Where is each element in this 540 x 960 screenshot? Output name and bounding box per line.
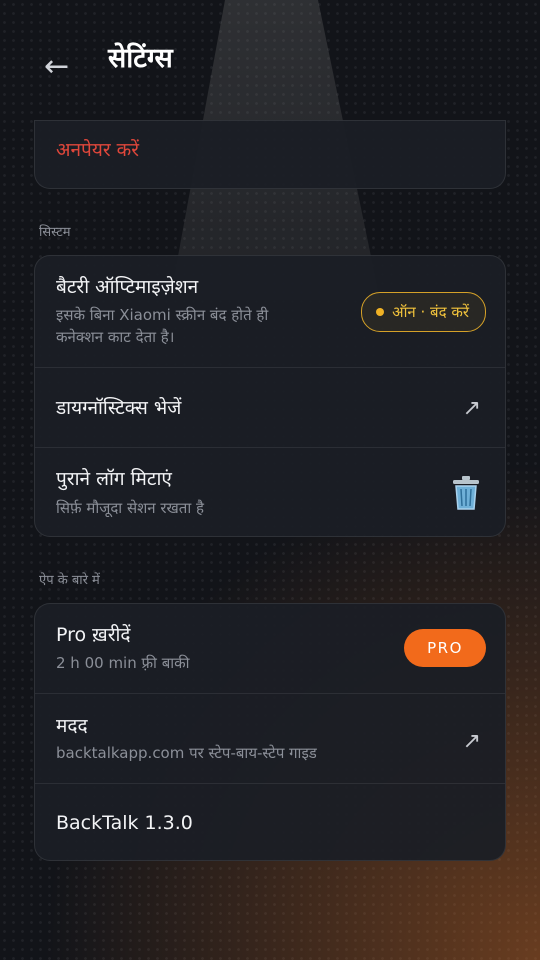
buy-pro-title: Pro ख़रीदें (56, 624, 131, 646)
unpair-label: अनपेयर करें (56, 139, 140, 161)
trash-icon[interactable] (449, 475, 483, 511)
external-arrow-icon: ↗ (462, 396, 481, 421)
battery-subtitle-2: कनेक्शन काट देता है। (56, 328, 175, 346)
version-label: BackTalk 1.3.0 (56, 812, 193, 834)
send-diagnostics-row[interactable]: डायग्नॉस्टिक्स भेजें ↗ (35, 368, 505, 447)
buy-pro-row[interactable]: Pro ख़रीदें 2 h 00 min फ़्री बाकी PRO (35, 604, 505, 693)
diagnostics-title: डायग्नॉस्टिक्स भेजें (56, 397, 182, 419)
battery-title: बैटरी ऑप्टिमाइज़ेशन (56, 276, 199, 298)
system-card: बैटरी ऑप्टिमाइज़ेशन इसके बिना Xiaomi स्क… (34, 255, 506, 537)
battery-status-badge[interactable]: ऑन · बंद करें (361, 292, 486, 332)
battery-optimization-row[interactable]: बैटरी ऑप्टिमाइज़ेशन इसके बिना Xiaomi स्क… (35, 256, 505, 367)
battery-subtitle-1: इसके बिना Xiaomi स्क्रीन बंद होते ही (56, 306, 269, 324)
help-title: मदद (56, 715, 88, 737)
battery-badge-label: ऑन · बंद करें (392, 303, 469, 321)
external-arrow-icon: ↗ (462, 729, 481, 754)
about-card: Pro ख़रीदें 2 h 00 min फ़्री बाकी PRO मद… (34, 603, 506, 861)
buy-pro-subtitle: 2 h 00 min फ़्री बाकी (56, 654, 190, 672)
unpair-card: अनपेयर करें (34, 120, 506, 189)
help-row[interactable]: मदद backtalkapp.com पर स्टेप-बाय-स्टेप ग… (35, 694, 505, 783)
clear-logs-title: पुराने लॉग मिटाएं (56, 468, 172, 490)
clear-logs-row[interactable]: पुराने लॉग मिटाएं सिर्फ़ मौजूदा सेशन रखत… (35, 448, 505, 536)
app-header: ← सेटिंग्स (0, 0, 540, 120)
page-title: सेटिंग्स (108, 43, 173, 74)
status-dot (376, 308, 385, 316)
version-row: BackTalk 1.3.0 (35, 784, 505, 860)
clear-logs-subtitle: सिर्फ़ मौजूदा सेशन रखता है (56, 499, 204, 517)
section-title-system: सिस्टम (39, 225, 71, 240)
unpair-row[interactable]: अनपेयर करें (35, 121, 505, 188)
pro-badge[interactable]: PRO (404, 629, 486, 667)
section-title-about: ऐप के बारे में (39, 573, 100, 588)
help-subtitle: backtalkapp.com पर स्टेप-बाय-स्टेप गाइड (56, 744, 317, 762)
back-arrow-icon[interactable]: ← (44, 50, 78, 84)
